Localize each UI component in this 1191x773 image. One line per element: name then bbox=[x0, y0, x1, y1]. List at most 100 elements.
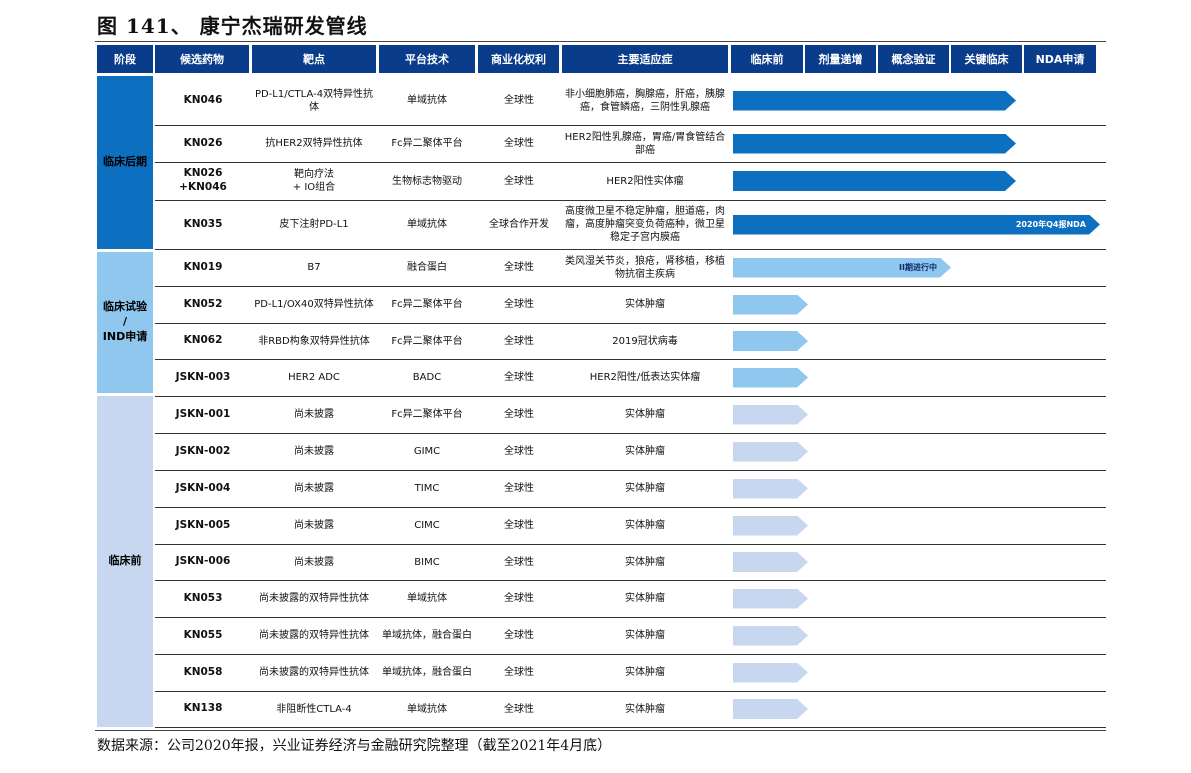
commercial-rights-cell: 全球性 bbox=[504, 593, 534, 604]
progress-arrow-label: 2020年Q4报NDA bbox=[1015, 220, 1086, 229]
commercial-rights-cell: 全球性 bbox=[504, 409, 534, 420]
progress-arrow bbox=[733, 442, 808, 462]
table-row: KN055 尚未披露的双特异性抗体 单域抗体，融合蛋白 全球性 实体肿瘤 bbox=[155, 617, 1106, 654]
header-indication: 主要适应症 bbox=[562, 45, 728, 73]
commercial-rights-cell: 全球性 bbox=[504, 299, 534, 310]
indication-cell: 实体肿瘤 bbox=[625, 593, 665, 604]
target-cell: HER2 ADC bbox=[288, 372, 340, 383]
drug-cell: JSKN-001 bbox=[175, 407, 231, 420]
indication-cell: 实体肿瘤 bbox=[625, 630, 665, 641]
commercial-rights-cell: 全球性 bbox=[504, 138, 534, 149]
commercial-rights-cell: 全球性 bbox=[504, 483, 534, 494]
platform-cell: 融合蛋白 bbox=[407, 262, 447, 273]
stage-clinical-ind: 临床试验 / IND申请 bbox=[97, 252, 153, 393]
progress-arrow: II期进行中 bbox=[733, 258, 951, 278]
progress-arrow bbox=[733, 331, 808, 351]
stage-label: 临床前 bbox=[108, 554, 142, 568]
table-row: JSKN-004 尚未披露 TIMC 全球性 实体肿瘤 bbox=[155, 470, 1106, 507]
header-target: 靶点 bbox=[252, 45, 376, 73]
indication-cell: HER2阳性乳腺癌，胃癌/胃食管结合部癌 bbox=[564, 131, 726, 156]
table-row: KN035 皮下注射PD-L1 单域抗体 全球合作开发 高度微卫星不稳定肿瘤，胆道癌，肉… bbox=[155, 200, 1106, 249]
platform-cell: 单域抗体 bbox=[407, 219, 447, 230]
progress-arrow bbox=[733, 91, 1016, 111]
indication-cell: 实体肿瘤 bbox=[625, 409, 665, 420]
platform-cell: GIMC bbox=[413, 446, 441, 457]
target-cell: 尚未披露 bbox=[294, 409, 334, 420]
table-row: KN026 +KN046 靶向疗法 + IO组合 生物标志物驱动 全球性 HER2阳性实… bbox=[155, 162, 1106, 200]
target-cell: 尚未披露 bbox=[294, 483, 334, 494]
platform-cell: Fc异二聚体平台 bbox=[391, 138, 463, 149]
stage-label: 临床试验 / IND申请 bbox=[102, 300, 148, 343]
target-cell: 皮下注射PD-L1 bbox=[279, 219, 349, 230]
header-phase-dose-escalation: 剂量递增 bbox=[805, 45, 876, 73]
platform-cell: Fc异二聚体平台 bbox=[391, 335, 463, 347]
header-stage: 阶段 bbox=[97, 45, 153, 73]
table-row: KN058 尚未披露的双特异性抗体 单域抗体，融合蛋白 全球性 实体肿瘤 bbox=[155, 654, 1106, 691]
drug-cell: KN062 bbox=[183, 334, 223, 347]
indication-cell: 实体肿瘤 bbox=[625, 520, 665, 531]
commercial-rights-cell: 全球性 bbox=[504, 335, 534, 347]
table-row: KN019 B7 融合蛋白 全球性 类风湿关节炎，狼疮，肾移植，移植物抗宿主疾病 II期进… bbox=[155, 249, 1106, 286]
progress-arrow bbox=[733, 589, 808, 609]
indication-cell: 非小细胞肺癌，胸腺癌，肝癌，胰腺癌，食管鳞癌，三阴性乳腺癌 bbox=[565, 88, 725, 113]
drug-cell: KN026 +KN046 bbox=[179, 167, 227, 193]
platform-cell: 单域抗体，融合蛋白 bbox=[382, 630, 472, 641]
target-cell: B7 bbox=[307, 262, 321, 273]
progress-arrow bbox=[733, 479, 808, 499]
commercial-rights-cell: 全球性 bbox=[504, 703, 534, 715]
drug-cell: KN046 bbox=[183, 93, 223, 106]
commercial-rights-cell: 全球性 bbox=[504, 520, 534, 531]
target-cell: 非阻断性CTLA-4 bbox=[276, 703, 352, 715]
target-cell: PD-L1/OX40双特异性抗体 bbox=[254, 299, 374, 310]
drug-cell: JSKN-003 bbox=[175, 370, 231, 383]
footer-divider bbox=[95, 730, 1106, 731]
platform-cell: 单域抗体 bbox=[407, 703, 447, 715]
progress-arrow bbox=[733, 134, 1016, 154]
platform-cell: TIMC bbox=[414, 483, 440, 494]
commercial-rights-cell: 全球性 bbox=[504, 95, 534, 106]
table-row: KN138 非阻断性CTLA-4 单域抗体 全球性 实体肿瘤 bbox=[155, 691, 1106, 727]
platform-cell: 生物标志物驱动 bbox=[392, 175, 462, 187]
figure-title: 图 141、 康宁杰瑞研发管线 bbox=[97, 14, 368, 38]
drug-cell: KN053 bbox=[183, 591, 223, 604]
table-row: JSKN-002 尚未披露 GIMC 全球性 实体肿瘤 bbox=[155, 433, 1106, 470]
target-cell: 抗HER2双特异性抗体 bbox=[265, 138, 363, 149]
drug-cell: KN035 bbox=[183, 217, 223, 230]
progress-arrow bbox=[733, 405, 808, 425]
target-cell: 尚未披露 bbox=[294, 556, 334, 568]
table-row: JSKN-003 HER2 ADC BADC 全球性 HER2阳性/低表达实体瘤 bbox=[155, 359, 1106, 396]
indication-cell: 实体肿瘤 bbox=[625, 299, 665, 310]
drug-cell: JSKN-005 bbox=[175, 518, 231, 531]
stage-preclinical: 临床前 bbox=[97, 396, 153, 727]
header-platform: 平台技术 bbox=[379, 45, 475, 73]
commercial-rights-cell: 全球性 bbox=[504, 630, 534, 641]
row-divider bbox=[155, 727, 1106, 728]
indication-cell: HER2阳性/低表达实体瘤 bbox=[589, 372, 701, 383]
header-drug: 候选药物 bbox=[155, 45, 249, 73]
commercial-rights-cell: 全球性 bbox=[504, 262, 534, 273]
table-row: KN046 PD-L1/CTLA-4双特异性抗体 单域抗体 全球性 非小细胞肺癌，胸腺癌… bbox=[155, 76, 1106, 125]
drug-cell: KN052 bbox=[183, 297, 223, 310]
drug-cell: JSKN-006 bbox=[175, 555, 231, 568]
table-row: JSKN-005 尚未披露 CIMC 全球性 实体肿瘤 bbox=[155, 507, 1106, 544]
header-commercial: 商业化权利 bbox=[478, 45, 559, 73]
progress-arrow bbox=[733, 295, 808, 315]
indication-cell: 实体肿瘤 bbox=[625, 667, 665, 678]
target-cell: 尚未披露的双特异性抗体 bbox=[259, 667, 369, 678]
platform-cell: Fc异二聚体平台 bbox=[391, 409, 463, 420]
commercial-rights-cell: 全球合作开发 bbox=[489, 219, 549, 230]
indication-cell: 高度微卫星不稳定肿瘤，胆道癌，肉瘤，高度肿瘤突变负荷癌种，微卫星稳定子宫内膜癌 bbox=[565, 206, 725, 243]
progress-arrow bbox=[733, 626, 808, 646]
header-phase-proof-of-concept: 概念验证 bbox=[878, 45, 949, 73]
title-divider bbox=[95, 41, 1106, 42]
indication-cell: 实体肿瘤 bbox=[625, 483, 665, 494]
drug-cell: KN019 bbox=[183, 260, 223, 273]
platform-cell: 单域抗体 bbox=[407, 593, 447, 604]
target-cell: 尚未披露 bbox=[294, 446, 334, 457]
indication-cell: HER2阳性实体瘤 bbox=[606, 175, 684, 187]
progress-arrow bbox=[733, 663, 808, 683]
drug-cell: KN026 bbox=[183, 136, 223, 149]
header-phase-pivotal: 关键临床 bbox=[951, 45, 1022, 73]
target-cell: 非RBD构象双特异性抗体 bbox=[258, 335, 370, 347]
drug-cell: KN058 bbox=[183, 665, 223, 678]
